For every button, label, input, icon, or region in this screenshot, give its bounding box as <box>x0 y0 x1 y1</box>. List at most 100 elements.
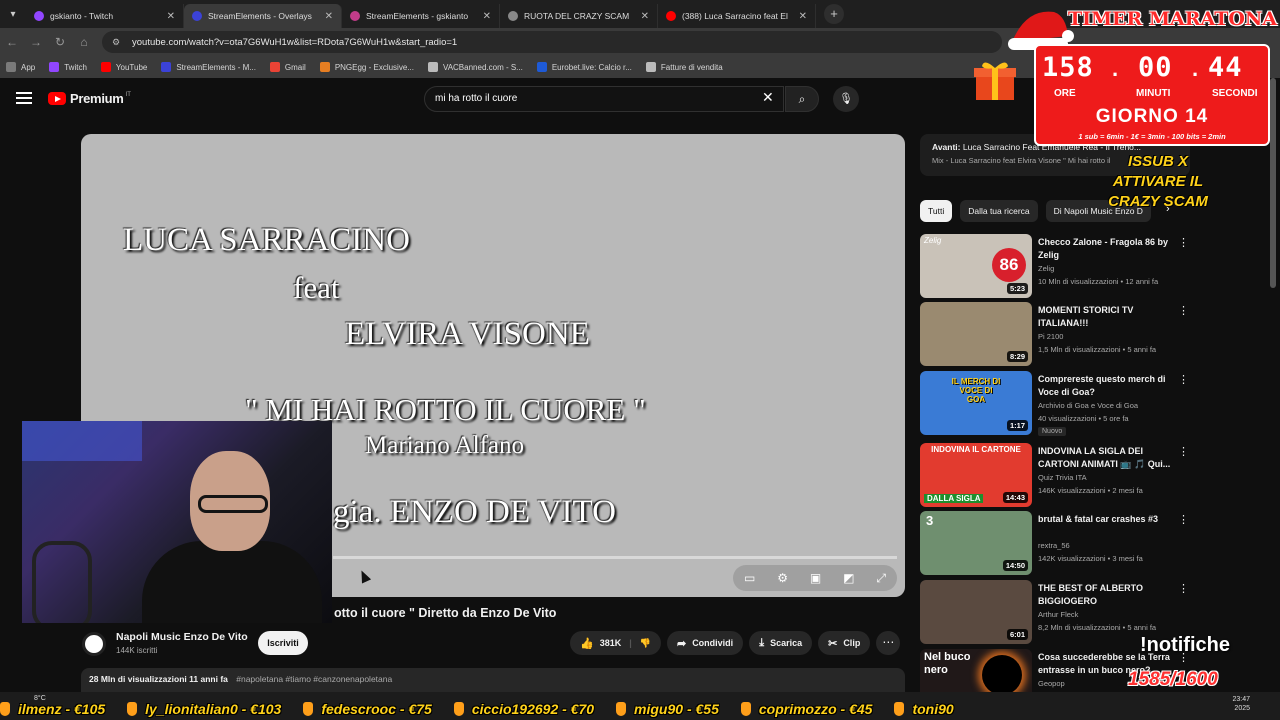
recommended-video-channel[interactable]: Archivio di Goa e Voce di Goa <box>1038 401 1138 410</box>
more-options-icon[interactable]: ⋮ <box>1178 236 1189 249</box>
bookmark-item[interactable]: StreamElements - M... <box>161 62 256 72</box>
video-thumbnail[interactable]: 6:01 <box>920 580 1032 644</box>
video-thumbnail[interactable]: 3 14:50 <box>920 511 1032 575</box>
recommended-video-title[interactable]: Checco Zalone - Fragola 86 by Zelig <box>1038 236 1174 261</box>
browser-tab[interactable]: RUOTA DEL CRAZY SCAM ✕ <box>500 4 658 28</box>
donation-entry: coprimozzo - €45 <box>740 701 872 717</box>
up-next-prefix: Avanti: <box>932 142 961 152</box>
donation-ticker: ilmenz - €105 ly_lionitalian0 - €103 fedes… <box>0 698 1280 720</box>
forward-icon[interactable]: → <box>24 35 48 49</box>
video-description[interactable]: 28 Mln di visualizzazioni 11 anni fa #na… <box>81 668 905 692</box>
recommended-video-title[interactable]: THE BEST OF ALBERTO BIGGIOGERO <box>1038 582 1174 607</box>
recommended-video[interactable]: 8:29 MOMENTI STORICI TV ITALIANA!!! Pi 210… <box>920 302 1190 366</box>
close-tab-icon[interactable]: ✕ <box>641 11 649 22</box>
share-label: Condividi <box>692 638 734 648</box>
thumbs-down-icon[interactable]: 👎 <box>640 638 651 649</box>
bookmark-item[interactable]: Twitch <box>49 62 87 72</box>
bookmark-favicon-icon <box>269 62 280 72</box>
bookmark-label: Eurobet.live: Calcio r... <box>551 62 632 72</box>
scam-line: ATTIVARE IL <box>1112 173 1204 190</box>
donation-entry: ciccio192692 - €70 <box>453 701 594 717</box>
subtitles-icon[interactable]: ▭ <box>744 571 755 585</box>
subscribe-button[interactable]: Iscriviti <box>258 631 308 655</box>
close-tab-icon[interactable]: ✕ <box>325 11 333 22</box>
filter-chip[interactable]: Tutti <box>920 200 953 222</box>
browser-tab[interactable]: StreamElements - gskianto ✕ <box>342 4 500 28</box>
video-title: otto il cuore " Diretto da Enzo De Vito <box>334 606 557 620</box>
video-progress-bar[interactable] <box>333 556 897 559</box>
video-thumbnail[interactable]: INDOVINA IL CARTONE DALLA SIGLA 14:43 <box>920 443 1032 507</box>
bookmark-item[interactable]: App <box>6 62 35 72</box>
theater-mode-icon[interactable]: ▣ <box>810 571 821 585</box>
youtube-premium-logo[interactable]: Premium IT <box>48 91 131 106</box>
browser-tab[interactable]: gskianto - Twitch ✕ <box>26 4 184 28</box>
back-icon[interactable]: ← <box>0 35 24 49</box>
video-actions: 👍 381K | 👎 ➦ Condividi ⤓ Scarica ✂ Clip … <box>570 631 901 655</box>
settings-icon[interactable]: ⚙ <box>777 571 788 585</box>
recommended-video-title[interactable]: MOMENTI STORICI TV ITALIANA!!! <box>1038 304 1174 329</box>
download-button[interactable]: ⤓ Scarica <box>749 631 813 655</box>
hashtags[interactable]: #napoletana #tiamo #canzonenapoletana <box>236 674 392 684</box>
url-field[interactable]: ⚙ youtube.com/watch?v=ota7G6WuH1w&list=R… <box>102 31 1002 53</box>
site-info-icon[interactable]: ⚙ <box>112 37 124 48</box>
scam-line: ISSUB X <box>1127 153 1188 170</box>
search-input[interactable]: mi ha rotto il cuore <box>424 86 784 112</box>
bookmark-item[interactable]: Fatture di vendita <box>645 62 723 72</box>
video-thumbnail[interactable]: Zelig 86 5:23 <box>920 234 1032 298</box>
browser-tab[interactable]: (388) Luca Sarracino feat El ✕ <box>658 4 816 28</box>
filter-chip[interactable]: Dalla tua ricerca <box>960 200 1038 222</box>
page-scrollbar[interactable] <box>1270 78 1276 288</box>
more-options-icon[interactable]: ⋮ <box>1178 445 1189 458</box>
more-actions-button[interactable]: ⋯ <box>876 631 901 655</box>
new-tab-button[interactable]: + <box>824 4 844 24</box>
more-options-icon[interactable]: ⋮ <box>1178 304 1189 317</box>
clear-search-icon[interactable]: ✕ <box>762 89 774 106</box>
close-tab-icon[interactable]: ✕ <box>799 11 807 22</box>
recommended-video-title[interactable]: Comprereste questo merch di Voce di Goa? <box>1038 373 1174 398</box>
recommended-video-channel[interactable]: Pi 2100 <box>1038 332 1063 341</box>
bookmark-item[interactable]: Eurobet.live: Calcio r... <box>536 62 632 72</box>
home-icon[interactable]: ⌂ <box>72 35 96 49</box>
more-options-icon[interactable]: ⋮ <box>1178 513 1189 526</box>
bookmark-item[interactable]: YouTube <box>100 62 147 72</box>
search-button[interactable]: ⌕ <box>785 86 819 112</box>
timer-rules: 1 sub = 6min - 1€ = 3min - 100 bits = 2m… <box>1078 132 1226 141</box>
close-tab-icon[interactable]: ✕ <box>167 11 175 22</box>
channel-name[interactable]: Napoli Music Enzo De Vito <box>116 631 248 643</box>
bookmark-favicon-icon <box>6 62 16 72</box>
bookmark-item[interactable]: Gmail <box>269 62 306 72</box>
recommended-video[interactable]: 3 14:50 brutal & fatal car crashes #3 rextr… <box>920 511 1190 575</box>
tab-search-icon[interactable]: ▾ <box>0 9 26 20</box>
recommended-video-title[interactable]: brutal & fatal car crashes #3 <box>1038 513 1174 526</box>
fullscreen-icon[interactable]: ⤢ <box>876 571 886 586</box>
close-tab-icon[interactable]: ✕ <box>483 11 491 22</box>
more-options-icon[interactable]: ⋮ <box>1178 582 1189 595</box>
recommended-video[interactable]: IL MERCH DI VOCE DI GOA 1:17 Comprereste q… <box>920 371 1190 436</box>
recommended-video-channel[interactable]: Quiz Trivia ITA <box>1038 473 1087 482</box>
clip-button[interactable]: ✂ Clip <box>818 631 871 655</box>
recommended-video-channel[interactable]: Zelig <box>1038 264 1054 273</box>
cast-icon[interactable]: ◩ <box>843 571 854 585</box>
menu-icon[interactable] <box>16 92 32 104</box>
share-button[interactable]: ➦ Condividi <box>666 631 744 655</box>
video-thumbnail[interactable]: IL MERCH DI VOCE DI GOA 1:17 <box>920 371 1032 435</box>
recommended-video-channel[interactable]: Geopop <box>1038 679 1065 688</box>
recommended-video-channel[interactable]: rextra_56 <box>1038 541 1070 550</box>
more-options-icon[interactable]: ⋮ <box>1178 373 1189 386</box>
recommended-video-title[interactable]: INDOVINA LA SIGLA DEI CARTONI ANIMATI 📺 … <box>1038 445 1174 470</box>
black-hole-graphic <box>982 655 1022 695</box>
voice-search-button[interactable]: 🎙 <box>833 86 859 112</box>
donation-entry: ly_lionitalian0 - €103 <box>127 701 281 717</box>
recommended-video[interactable]: INDOVINA IL CARTONE DALLA SIGLA 14:43 INDOV… <box>920 443 1190 507</box>
tab-label: StreamElements - gskianto <box>366 11 469 21</box>
browser-tab[interactable]: StreamElements - Overlays ✕ <box>184 4 342 28</box>
recommended-video[interactable]: Zelig 86 5:23 Checco Zalone - Fragola 86 by… <box>920 234 1190 298</box>
reload-icon[interactable]: ↻ <box>48 35 72 49</box>
recommended-video-meta: 146K visualizzazioni • 2 mesi fa <box>1038 486 1143 495</box>
recommended-video-channel[interactable]: Arthur Fleck <box>1038 610 1078 619</box>
bookmark-item[interactable]: PNGEgg - Exclusive... <box>319 62 414 72</box>
channel-avatar[interactable] <box>82 632 106 656</box>
video-thumbnail[interactable]: 8:29 <box>920 302 1032 366</box>
like-button[interactable]: 👍 381K | 👎 <box>570 631 661 655</box>
bookmark-item[interactable]: VACBanned.com - S... <box>427 62 523 72</box>
